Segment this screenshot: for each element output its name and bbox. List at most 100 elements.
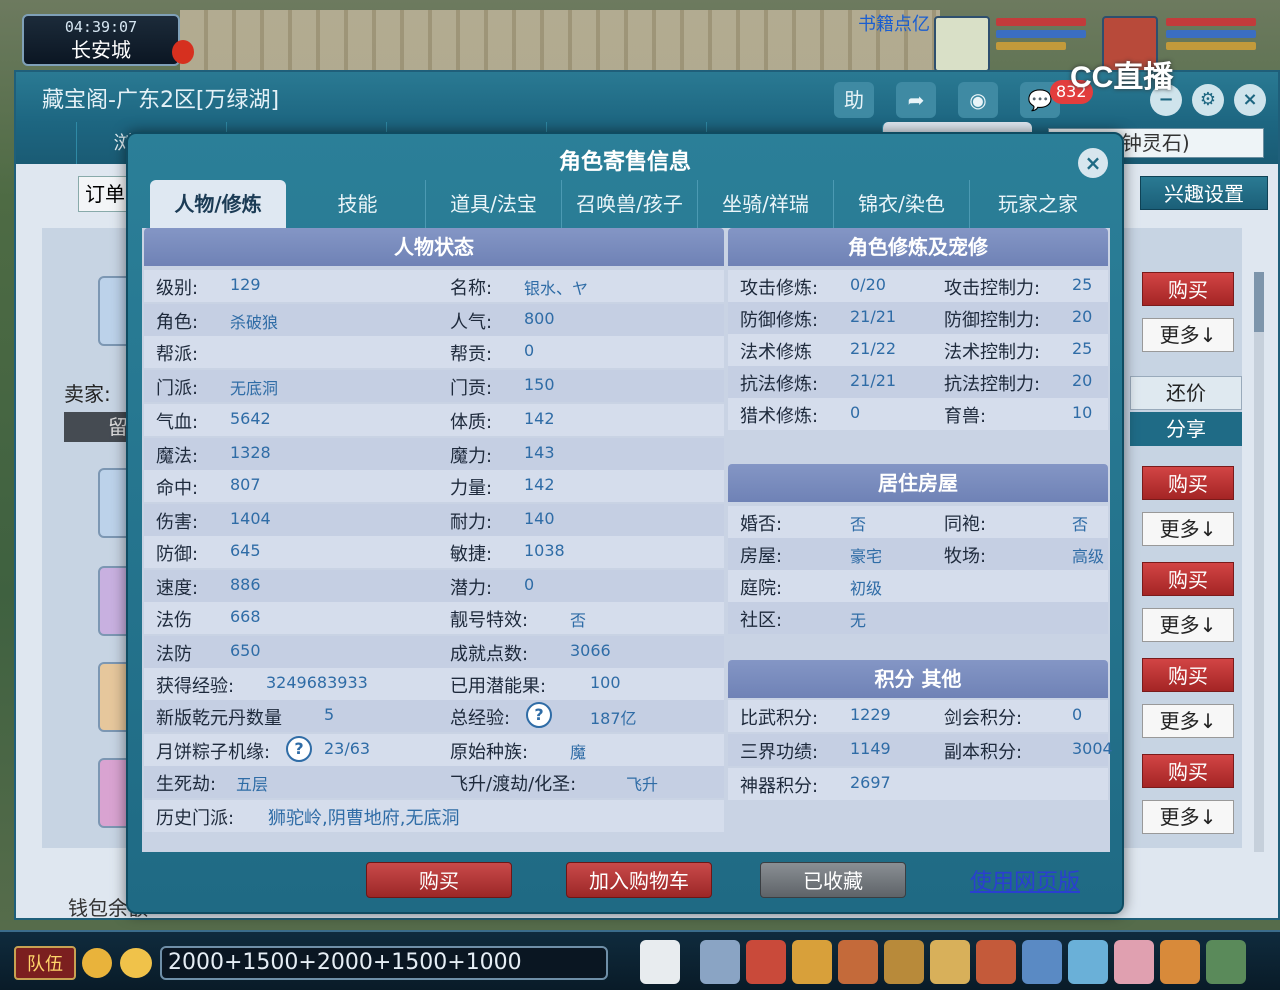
cc-live-logo: CC直播 xyxy=(1070,61,1174,94)
status-label: 已用潜能果: xyxy=(450,676,547,697)
info-label: 房屋: xyxy=(740,546,783,567)
info-label: 比武积分: xyxy=(740,708,819,729)
buy-now-button[interactable]: 购买 xyxy=(366,862,512,898)
status-row: 气血: 5642 体质: 142 xyxy=(144,404,724,436)
more-button[interactable]: 更多↓ xyxy=(1142,318,1234,352)
tab-home[interactable]: 玩家之家 xyxy=(970,180,1106,228)
peach-icon[interactable] xyxy=(1114,940,1154,984)
team-button[interactable]: 队伍 xyxy=(14,946,76,980)
task-icon[interactable] xyxy=(930,940,970,984)
status-value: 飞升 xyxy=(626,775,659,794)
pet-icon[interactable] xyxy=(640,940,680,984)
bag-icon[interactable] xyxy=(746,940,786,984)
skill-icon[interactable] xyxy=(1022,940,1062,984)
status-value: 0 xyxy=(524,575,535,594)
info-label: 攻击控制力: xyxy=(944,278,1041,299)
tab-mounts[interactable]: 坐骑/祥瑞 xyxy=(698,180,834,228)
help-icon[interactable]: ? xyxy=(526,702,552,728)
buy-button[interactable]: 购买 xyxy=(1142,466,1234,500)
haggle-button[interactable]: 还价 xyxy=(1130,376,1242,410)
status-label: 人气: xyxy=(450,312,493,333)
more-button[interactable]: 更多↓ xyxy=(1142,608,1234,642)
status-value: 23/63 xyxy=(324,739,371,758)
modal-close-icon[interactable]: × xyxy=(1078,148,1108,178)
info-label: 攻击修炼: xyxy=(740,278,819,299)
listing-scrollbar[interactable] xyxy=(1254,272,1264,852)
info-row: 三界功绩: 1149 副本积分: 3004 xyxy=(728,734,1113,766)
status-label: 体质: xyxy=(450,412,493,433)
map-icon[interactable] xyxy=(1068,940,1108,984)
pet-menu-icon[interactable] xyxy=(884,940,924,984)
status-row: 新版乾元丹数量 5 总经验:? 187亿 xyxy=(144,700,724,732)
buy-button[interactable]: 购买 xyxy=(1142,562,1234,596)
status-label: 帮贡: xyxy=(450,344,493,365)
status-label: 原始种族: xyxy=(450,742,529,763)
status-label: 速度: xyxy=(156,578,199,599)
pet-portrait[interactable] xyxy=(934,16,990,72)
tab-skills[interactable]: 技能 xyxy=(290,180,426,228)
buy-button[interactable]: 购买 xyxy=(1142,272,1234,306)
chat-bubble-icon[interactable] xyxy=(120,948,152,978)
seller-label: 卖家: xyxy=(64,382,111,406)
status-value: 140 xyxy=(524,509,555,528)
status-value: 杀破狼 xyxy=(230,313,279,332)
status-value: 1404 xyxy=(230,509,271,528)
info-value: 20 xyxy=(1072,307,1093,326)
help-icon[interactable]: ? xyxy=(286,736,312,762)
status-row: 获得经验: 3249683933 已用潜能果: 100 xyxy=(144,668,724,700)
system-icon[interactable] xyxy=(1206,940,1246,984)
gang-icon[interactable] xyxy=(976,940,1016,984)
tab-pets[interactable]: 召唤兽/孩子 xyxy=(562,180,698,228)
leave-message-button[interactable]: 留 xyxy=(64,412,134,442)
tab-items[interactable]: 道具/法宝 xyxy=(426,180,562,228)
friend-icon[interactable] xyxy=(1160,940,1200,984)
info-label: 同袍: xyxy=(944,514,987,535)
share-button[interactable]: 分享 xyxy=(1130,412,1242,446)
status-value: 银水、ヤ xyxy=(524,279,589,298)
info-label: 抗法修炼: xyxy=(740,374,819,395)
trade-icon[interactable] xyxy=(838,940,878,984)
info-row: 房屋: 豪宅 牧场: 高级 xyxy=(728,538,1108,570)
status-value: 142 xyxy=(524,475,555,494)
help-button[interactable]: 助 xyxy=(834,82,874,118)
chat-input[interactable]: 2000+1500+2000+1500+1000 xyxy=(160,946,608,980)
interest-settings-button[interactable]: 兴趣设置 xyxy=(1140,176,1268,210)
buy-button[interactable]: 购买 xyxy=(1142,658,1234,692)
status-label: 命中: xyxy=(156,478,199,499)
attack-icon[interactable] xyxy=(700,940,740,984)
more-button[interactable]: 更多↓ xyxy=(1142,800,1234,834)
tab-character[interactable]: 人物/修炼 xyxy=(150,180,286,228)
status-value: 100 xyxy=(590,673,621,692)
more-button[interactable]: 更多↓ xyxy=(1142,704,1234,738)
tab-costume[interactable]: 锦衣/染色 xyxy=(834,180,970,228)
info-value: 豪宅 xyxy=(850,547,883,566)
collected-button[interactable]: 已收藏 xyxy=(760,862,906,898)
player-mp-bar xyxy=(1166,30,1256,38)
status-row: 法伤 668 靓号特效: 否 xyxy=(144,602,724,634)
listing-scroll-thumb[interactable] xyxy=(1254,272,1264,332)
status-row: 级别: 129 名称: 银水、ヤ xyxy=(144,270,724,302)
close-window-icon[interactable]: × xyxy=(1234,84,1266,116)
web-version-link[interactable]: 使用网页版 xyxy=(970,864,1080,896)
status-label: 靓号特效: xyxy=(450,610,529,631)
status-row: 速度: 886 潜力: 0 xyxy=(144,570,724,602)
order-button[interactable]: 订单 xyxy=(78,176,132,212)
status-value: 807 xyxy=(230,475,261,494)
info-row: 猎术修炼: 0 育兽: 10 xyxy=(728,398,1108,430)
more-button[interactable]: 更多↓ xyxy=(1142,512,1234,546)
microphone-icon[interactable] xyxy=(82,948,112,978)
status-value: 150 xyxy=(524,375,555,394)
buy-button[interactable]: 购买 xyxy=(1142,754,1234,788)
share-arrow-button[interactable]: ➦ xyxy=(896,82,936,118)
status-row: 法防 650 成就点数: 3066 xyxy=(144,636,724,668)
modal-title: 角色寄售信息 xyxy=(558,150,691,175)
info-row: 比武积分: 1229 剑会积分: 0 xyxy=(728,700,1108,732)
settings-icon[interactable]: ⚙ xyxy=(1192,84,1224,116)
give-icon[interactable] xyxy=(792,940,832,984)
info-label: 庭院: xyxy=(740,578,783,599)
info-row: 法术修炼 21/22 法术控制力: 25 xyxy=(728,334,1108,366)
mp-bar xyxy=(996,30,1086,38)
status-label: 法防 xyxy=(156,644,192,665)
stop-button[interactable]: ◉ xyxy=(958,82,998,118)
add-to-cart-button[interactable]: 加入购物车 xyxy=(566,862,712,898)
